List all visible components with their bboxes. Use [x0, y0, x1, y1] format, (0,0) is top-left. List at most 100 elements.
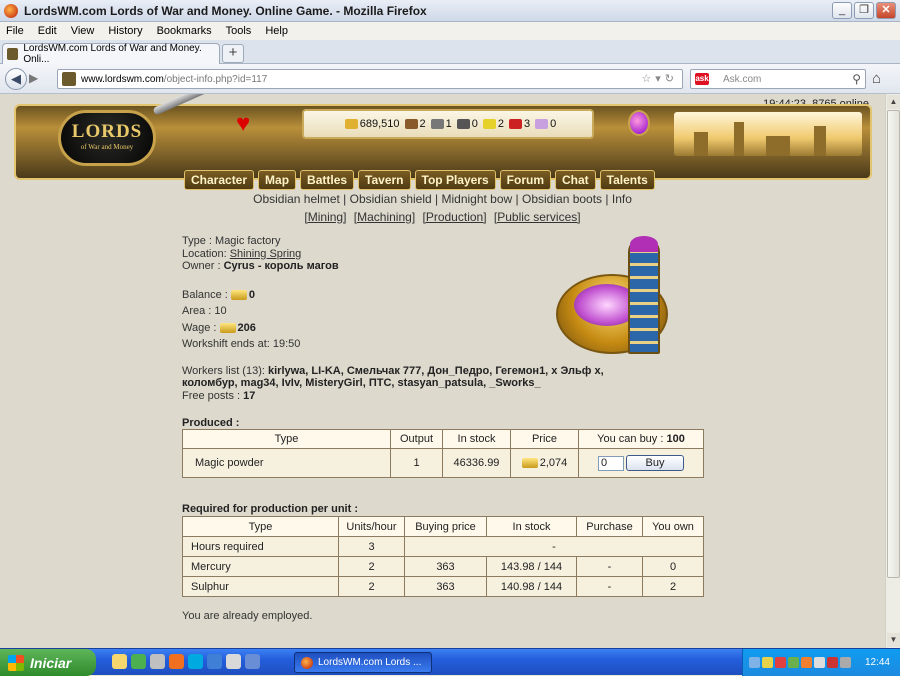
mana-potion-icon[interactable]	[628, 110, 650, 136]
nav-tavern[interactable]: Tavern	[358, 170, 411, 190]
system-tray: 12:44	[742, 649, 900, 676]
facility-owner: Owner : Cyrus - король магов	[182, 260, 339, 272]
site-identity-icon[interactable]	[62, 72, 76, 86]
windows-taskbar: Iniciar LordsWM.com Lords ... 12:44	[0, 648, 900, 676]
address-bar[interactable]: www.lordswm.com/object-info.php?id=117 ☆…	[57, 69, 683, 89]
new-tab-button[interactable]: +	[222, 44, 244, 63]
url-domain: www.lordswm.com	[81, 73, 164, 85]
firefox-icon[interactable]	[169, 654, 184, 669]
search-icon[interactable]: ⚲	[852, 72, 861, 86]
gold-icon	[521, 458, 538, 469]
skype-icon[interactable]	[188, 654, 203, 669]
search-box[interactable]: ask Ask.com ⚲	[690, 69, 866, 89]
nav-battles[interactable]: Battles	[300, 170, 355, 190]
resource-bar: 689,510 2 1 0 2 3 0	[302, 109, 594, 139]
home-icon[interactable]: ⌂	[872, 70, 881, 87]
nav-map[interactable]: Map	[258, 170, 297, 190]
link-machining[interactable]: [Machining]	[354, 210, 415, 224]
requirements-table: Type Units/hour Buying price In stock Pu…	[182, 516, 704, 597]
location-link[interactable]: Shining Spring	[230, 248, 302, 260]
nav-talents[interactable]: Talents	[599, 170, 655, 190]
tray-antivirus-icon[interactable]	[775, 657, 786, 668]
tray-volume-icon[interactable]	[814, 657, 825, 668]
nav-forum[interactable]: Forum	[499, 170, 551, 190]
back-button[interactable]: ◀	[5, 68, 27, 90]
magic-factory-image	[552, 236, 682, 368]
tray-update-icon[interactable]	[788, 657, 799, 668]
tray-alert-icon[interactable]	[827, 657, 838, 668]
facility-balance: Balance : 0	[182, 288, 256, 301]
tray-network-icon[interactable]	[749, 657, 760, 668]
ore-icon	[430, 119, 444, 129]
tray-app-icon[interactable]	[801, 657, 812, 668]
firefox-icon	[4, 3, 18, 18]
produced-title: Produced :	[182, 417, 240, 429]
browser-tab[interactable]: LordsWM.com Lords of War and Money. Onli…	[2, 43, 220, 65]
nav-top-players[interactable]: Top Players	[414, 170, 496, 190]
menu-tools[interactable]: Tools	[226, 25, 252, 37]
ask-engine-icon[interactable]: ask	[695, 73, 709, 85]
page-content: 19:44:23, 8765 online LORDS of War and M…	[0, 94, 885, 648]
link-obsidian-boots[interactable]: Obsidian boots	[522, 192, 602, 206]
nav-chat[interactable]: Chat	[555, 170, 596, 190]
menu-file[interactable]: File	[6, 25, 24, 37]
search-placeholder: Ask.com	[723, 73, 762, 85]
menu-edit[interactable]: Edit	[38, 25, 57, 37]
tray-security-icon[interactable]	[762, 657, 773, 668]
link-obsidian-shield[interactable]: Obsidian shield	[350, 192, 432, 206]
maximize-button[interactable]: ❐	[854, 2, 874, 19]
network-icon[interactable]	[226, 654, 241, 669]
employment-status: You are already employed.	[182, 610, 313, 622]
forward-button[interactable]: ▶	[29, 71, 38, 85]
link-production[interactable]: [Production]	[423, 210, 487, 224]
taskbar-firefox-window[interactable]: LordsWM.com Lords ...	[294, 652, 432, 673]
ie-icon[interactable]	[207, 654, 222, 669]
health-heart-icon[interactable]: ♥	[236, 110, 250, 138]
menu-history[interactable]: History	[108, 25, 142, 37]
link-obsidian-helmet[interactable]: Obsidian helmet	[253, 192, 340, 206]
outlook-icon[interactable]	[245, 654, 260, 669]
nav-character[interactable]: Character	[184, 170, 255, 190]
menu-bookmarks[interactable]: Bookmarks	[157, 25, 212, 37]
required-title: Required for production per unit :	[182, 503, 358, 515]
tray-device-icon[interactable]	[840, 657, 851, 668]
quantity-input[interactable]: 0	[598, 455, 624, 471]
crystal-icon	[509, 119, 522, 129]
site-favicon-icon	[7, 48, 19, 60]
table-row: Sulphur 2 363 140.98 / 144 - 2	[182, 576, 704, 597]
bookmark-star-icon[interactable]: ☆▾↻	[641, 72, 678, 85]
link-midnight-bow[interactable]: Midnight bow	[441, 192, 512, 206]
tab-label: LordsWM.com Lords of War and Money. Onli…	[23, 43, 202, 65]
owner-link[interactable]: Cyrus - король магов	[224, 260, 339, 272]
link-mining[interactable]: [Mining]	[304, 210, 346, 224]
scroll-thumb[interactable]	[887, 110, 900, 578]
facility-info: Type : Magic factory Location: Shining S…	[182, 235, 604, 402]
chrome-icon[interactable]	[131, 654, 146, 669]
folder-icon[interactable]	[112, 654, 127, 669]
menu-view[interactable]: View	[71, 25, 95, 37]
close-button[interactable]: ✕	[876, 2, 896, 19]
navigation-toolbar: ◀ ▶ www.lordswm.com/object-info.php?id=1…	[0, 64, 900, 94]
title-bar: LordsWM.com Lords of War and Money. Onli…	[0, 0, 900, 22]
gold-icon	[219, 322, 236, 333]
link-public-services[interactable]: [Public services]	[494, 210, 581, 224]
sulphur-icon	[482, 119, 496, 129]
facility-area: Area : 10	[182, 305, 227, 317]
vertical-scrollbar[interactable]: ▲ ▼	[885, 94, 900, 648]
scroll-down-icon[interactable]: ▼	[887, 633, 900, 647]
link-info[interactable]: Info	[612, 192, 632, 206]
free-posts: Free posts : 17	[182, 389, 256, 402]
main-nav: Character Map Battles Tavern Top Players…	[184, 170, 655, 190]
buy-button[interactable]: Buy	[626, 455, 684, 471]
game-logo[interactable]: LORDS of War and Money	[58, 110, 156, 166]
menu-help[interactable]: Help	[265, 25, 288, 37]
workers-list: Workers list (13): kirlywa, LI-KA, Смель…	[182, 364, 604, 377]
crafting-links: Obsidian helmet | Obsidian shield | Midn…	[253, 192, 632, 206]
scroll-up-icon[interactable]: ▲	[887, 95, 900, 109]
start-button[interactable]: Iniciar	[0, 649, 96, 676]
settings-icon[interactable]	[150, 654, 165, 669]
minimize-button[interactable]: _	[832, 2, 852, 19]
windows-flag-icon	[8, 654, 24, 671]
quick-launch	[112, 654, 260, 669]
table-row: Magic powder 1 46336.99 2,074 0 Buy	[182, 448, 704, 478]
